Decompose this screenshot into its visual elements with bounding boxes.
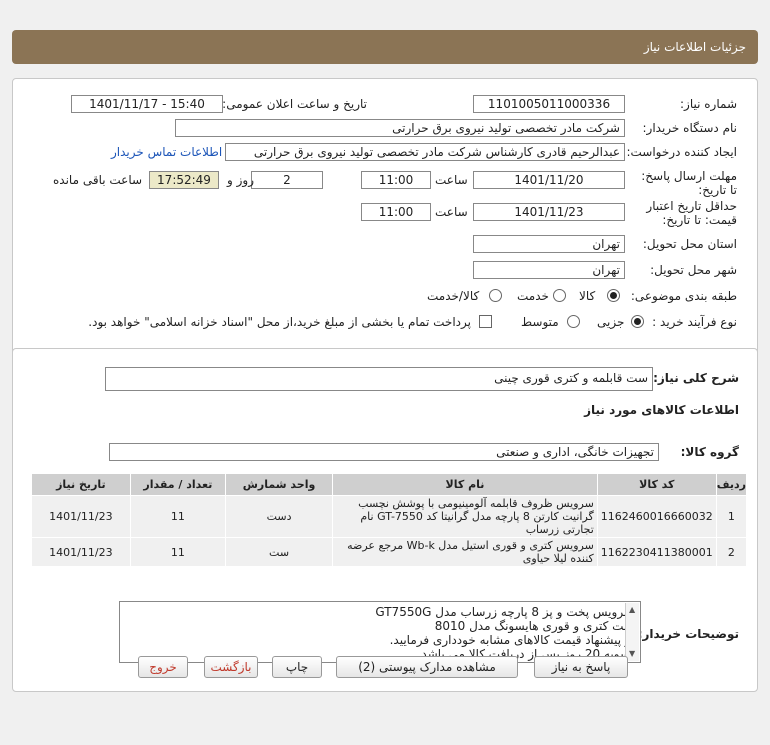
need-info-panel: شماره نیاز: 1101005011000336 تاریخ و ساع… <box>12 78 758 368</box>
page-container: جزئیات اطلاعات نیاز شماره نیاز: 11010050… <box>12 30 758 692</box>
cell-date: 1401/11/23 <box>31 537 131 567</box>
cell-row: 1 <box>715 495 748 538</box>
view-docs-button[interactable]: مشاهده مدارک پیوستی (2) <box>336 656 518 678</box>
validity-time-field: 11:00 <box>361 203 431 221</box>
payment-checkbox[interactable] <box>479 315 492 328</box>
category-option-service: خدمت <box>517 289 549 303</box>
need-number-field: 1101005011000336 <box>473 95 625 113</box>
buyer-org-label: نام دستگاه خریدار: <box>642 121 738 135</box>
remaining-time-field: 17:52:49 <box>149 171 219 189</box>
table-row: 1 1162460016660032 سرویس ظروف قابلمه آلو… <box>31 495 748 538</box>
col-code: کد کالا <box>596 473 717 496</box>
buyer-org-field: شرکت مادر تخصصی تولید نیروی برق حرارتی <box>175 119 625 137</box>
cell-name: سرویس ظروف قابلمه آلومینیومی با پوشش نچس… <box>332 495 598 538</box>
col-row: ردیف <box>715 473 748 496</box>
category-radio-service[interactable] <box>553 289 566 302</box>
category-option-goods: کالا <box>579 289 596 303</box>
buyer-note-line: ست کتری و قوری هایسونگ مدل 8010 <box>434 619 634 633</box>
cell-code: 1162460016660032 <box>596 495 717 538</box>
reply-time-label: ساعت <box>435 173 468 187</box>
city-label: شهر محل تحویل: <box>650 263 737 277</box>
back-button[interactable]: بازگشت <box>204 656 258 678</box>
summary-field: ست قابلمه و کتری قوری چینی <box>105 367 653 391</box>
buyer-notes-label: توضیحات خریدار: <box>637 627 739 641</box>
need-number-label: شماره نیاز: <box>680 97 737 111</box>
cell-qty: 11 <box>129 537 226 567</box>
process-option-medium: متوسط <box>521 315 559 329</box>
cell-row: 2 <box>715 537 748 567</box>
scroll-down-icon[interactable]: ▼ <box>629 649 635 658</box>
col-date: تاریخ نیاز <box>31 473 131 496</box>
process-label: نوع فرآیند خرید : <box>652 315 737 329</box>
reply-time-field: 11:00 <box>361 171 431 189</box>
process-radio-medium[interactable] <box>567 315 580 328</box>
table-row: 2 1162230411380001 سرویس کتری و قوری است… <box>31 537 748 567</box>
goods-info-label: اطلاعات کالاهای مورد نیاز <box>584 403 739 417</box>
buyer-note-line: از پیشنهاد قیمت کالاهای مشابه خودداری فر… <box>389 633 634 647</box>
col-unit: واحد شمارش <box>224 473 334 496</box>
goods-details-panel: شرح کلی نیاز: ست قابلمه و کتری قوری چینی… <box>12 348 758 692</box>
cell-code: 1162230411380001 <box>596 537 717 567</box>
buyer-contact-link[interactable]: اطلاعات تماس خریدار <box>111 145 222 159</box>
goods-group-field: تجهیزات خانگی، اداری و صنعتی <box>109 443 659 461</box>
reply-deadline-label: مهلت ارسال پاسخ: تا تاریخ: <box>641 169 737 197</box>
requester-field: عبدالرحیم قادری کارشناس شرکت مادر تخصصی … <box>225 143 625 161</box>
goods-table: ردیف کد کالا نام کالا واحد شمارش تعداد /… <box>31 473 748 567</box>
category-radio-goods-service[interactable] <box>489 289 502 302</box>
reply-date-field: 1401/11/20 <box>473 171 625 189</box>
col-qty: تعداد / مقدار <box>129 473 226 496</box>
category-radio-goods[interactable] <box>607 289 620 302</box>
scroll-up-icon[interactable]: ▲ <box>629 605 635 614</box>
buyer-note-line: سرویس پخت و پز 8 پارچه زرساب مدل GT7550G <box>375 605 634 619</box>
print-button[interactable]: چاپ <box>272 656 322 678</box>
cell-name: سرویس کتری و قوری استیل مدل Wb-k مرجع عر… <box>332 537 598 567</box>
days-label: روز و <box>227 173 254 187</box>
validity-time-label: ساعت <box>435 205 468 219</box>
cell-unit: ست <box>224 537 334 567</box>
goods-group-label: گروه کالا: <box>680 445 739 459</box>
province-field: تهران <box>473 235 625 253</box>
cell-qty: 11 <box>129 495 226 538</box>
validity-date-field: 1401/11/23 <box>473 203 625 221</box>
page-title: جزئیات اطلاعات نیاز <box>12 30 758 64</box>
cell-date: 1401/11/23 <box>31 495 131 538</box>
reply-button[interactable]: پاسخ به نیاز <box>534 656 628 678</box>
requester-label: ایجاد کننده درخواست: <box>626 145 737 159</box>
category-option-goods-service: کالا/خدمت <box>427 289 480 303</box>
announce-field: 1401/11/17 - 15:40 <box>71 95 223 113</box>
category-label: طبقه بندی موضوعی: <box>630 289 737 303</box>
exit-button[interactable]: خروج <box>138 656 188 678</box>
city-field: تهران <box>473 261 625 279</box>
cell-unit: دست <box>224 495 334 538</box>
payment-note: پرداخت تمام یا بخشی از مبلغ خرید،از محل … <box>88 315 471 329</box>
validity-label: حداقل تاریخ اعتبار قیمت: تا تاریخ: <box>646 199 737 227</box>
announce-label: تاریخ و ساعت اعلان عمومی: <box>222 97 367 111</box>
summary-label: شرح کلی نیاز: <box>653 371 739 385</box>
remaining-label: ساعت باقی مانده <box>53 173 143 187</box>
days-field: 2 <box>251 171 323 189</box>
process-option-minor: جزیی <box>597 315 625 329</box>
buyer-notes-box[interactable]: سرویس پخت و پز 8 پارچه زرساب مدل GT7550G… <box>119 601 641 663</box>
col-name: نام کالا <box>332 473 598 496</box>
province-label: استان محل تحویل: <box>642 237 737 251</box>
notes-scrollbar[interactable]: ▲ ▼ <box>625 603 639 661</box>
process-radio-minor[interactable] <box>631 315 644 328</box>
